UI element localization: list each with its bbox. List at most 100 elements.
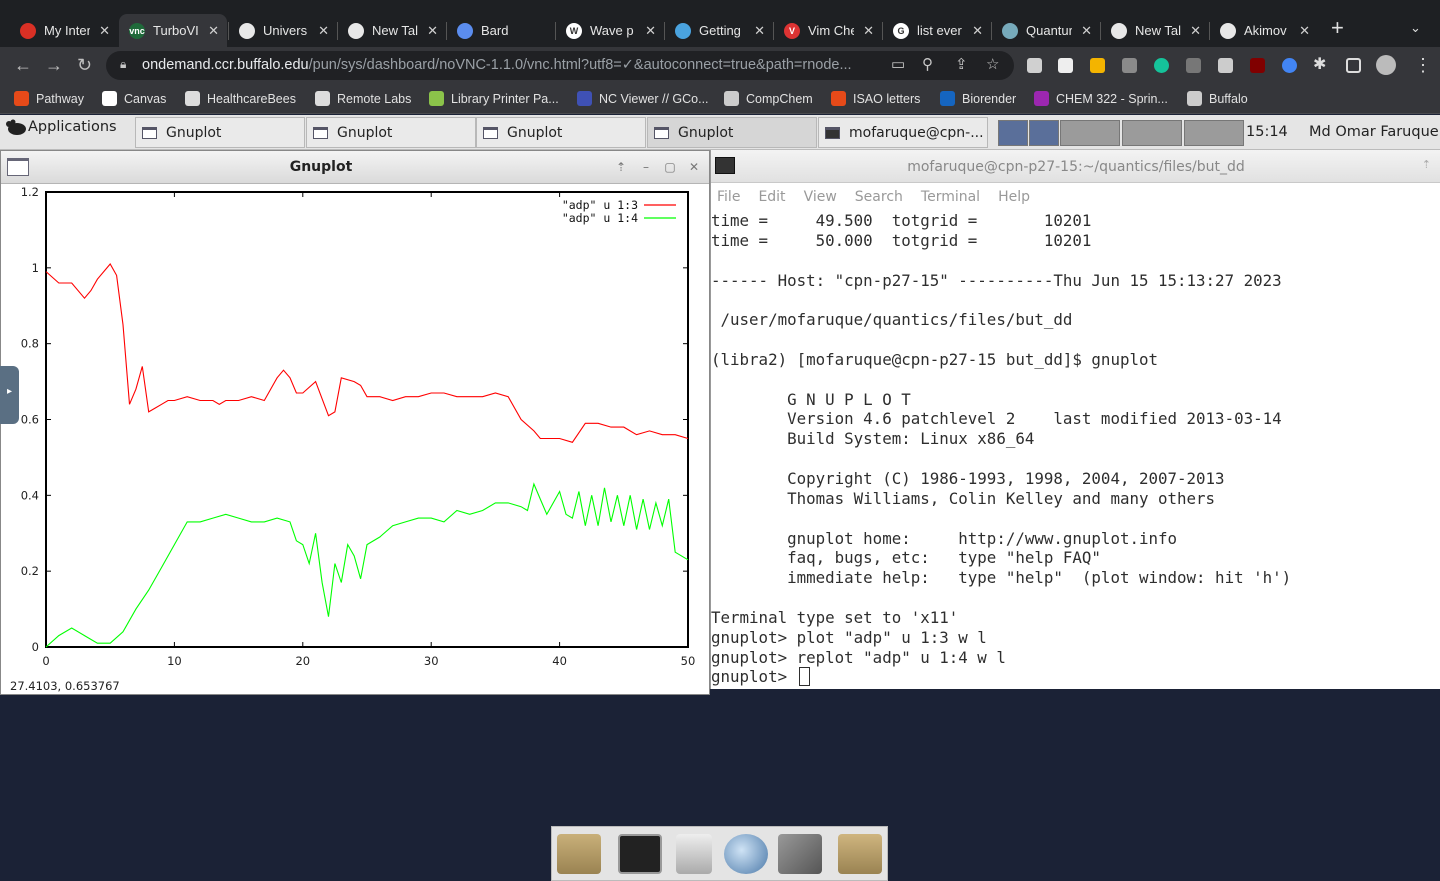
browser-tab[interactable]: New Tal ✕ xyxy=(1101,14,1209,47)
gnuplot-plot-area[interactable]: 0 10 20 30 40 50 0 0.2 0.4 0.6 0.8 1 1.2 "adp" u 1:3"… xyxy=(1,184,709,679)
extension-doc-icon[interactable] xyxy=(1027,58,1042,73)
lock-icon[interactable]: 🔒︎ xyxy=(120,57,126,72)
tab-search-chevron-icon[interactable]: ⌄ xyxy=(1410,20,1421,36)
workspace-1[interactable] xyxy=(998,120,1028,146)
window-minimize-icon[interactable]: – xyxy=(637,158,655,176)
browser-tab[interactable]: Akimov ✕ xyxy=(1210,14,1318,47)
bookmark-item[interactable]: HealthcareBees xyxy=(185,91,296,106)
file-cabinet-icon[interactable] xyxy=(676,834,712,874)
terminal-menu-help[interactable]: Help xyxy=(998,189,1030,205)
extension-sd-icon[interactable] xyxy=(1122,58,1137,73)
novnc-control-bar-handle[interactable]: ▸ xyxy=(0,366,19,424)
home-folder-icon[interactable] xyxy=(557,834,601,874)
terminal-titlebar[interactable]: mofaruque@cpn-p27-15:~/quantics/files/bu… xyxy=(711,150,1440,183)
reload-icon[interactable]: ↻ xyxy=(77,55,92,75)
x-tick-label: 10 xyxy=(167,654,182,668)
taskbar-window-button[interactable]: Gnuplot xyxy=(476,117,646,148)
taskbar-window-button[interactable]: Gnuplot xyxy=(647,117,817,148)
bookmark-item[interactable]: CompChem xyxy=(724,91,813,106)
sidepanel-icon[interactable] xyxy=(1346,58,1361,73)
bookmark-item[interactable]: ISAO letters xyxy=(831,91,920,106)
tab-close-icon[interactable]: ✕ xyxy=(972,23,983,39)
bookmark-item[interactable]: Biorender xyxy=(940,91,1016,106)
window-close-icon[interactable]: ✕ xyxy=(685,158,703,176)
profile-avatar[interactable] xyxy=(1376,55,1396,75)
gnuplot-window-icon xyxy=(313,126,328,139)
app-finder-icon[interactable] xyxy=(778,834,822,874)
terminal-menu-terminal[interactable]: Terminal xyxy=(921,189,980,205)
back-arrow-icon[interactable]: ← xyxy=(14,55,32,75)
browser-tab[interactable]: Getting ✕ xyxy=(665,14,773,47)
panel-username[interactable]: Md Omar Faruque xyxy=(1309,124,1439,140)
extension-note-icon[interactable] xyxy=(1090,58,1105,73)
url-text[interactable]: ondemand.ccr.buffalo.edu/pun/sys/dashboa… xyxy=(142,57,882,73)
terminal-prompt-line[interactable]: gnuplot> xyxy=(711,667,1439,687)
tab-close-icon[interactable]: ✕ xyxy=(99,23,110,39)
new-tab-button[interactable]: + xyxy=(1331,17,1344,39)
browser-tab[interactable]: Glist ever ✕ xyxy=(883,14,991,47)
tab-close-icon[interactable]: ✕ xyxy=(1190,23,1201,39)
tab-close-icon[interactable]: ✕ xyxy=(645,23,656,39)
forward-arrow-icon[interactable]: → xyxy=(45,55,63,75)
window-shade-icon[interactable]: ⇡ xyxy=(612,158,630,176)
window-shade-icon[interactable]: ⇡ xyxy=(1422,158,1431,171)
taskbar-window-button[interactable]: Gnuplot xyxy=(306,117,476,148)
bookmark-item[interactable]: Pathway xyxy=(14,91,84,106)
terminal-line: Build System: Linux x86_64 xyxy=(711,429,1035,449)
terminal-menu-file[interactable]: File xyxy=(717,189,740,205)
bookmark-item[interactable]: Buffalo xyxy=(1187,91,1248,106)
printer-icon[interactable] xyxy=(1218,58,1233,73)
bookmark-star-icon[interactable]: ☆ xyxy=(986,55,999,73)
address-bar[interactable]: 🔒︎ ondemand.ccr.buffalo.edu/pun/sys/dash… xyxy=(106,51,1014,80)
folder-icon[interactable] xyxy=(838,834,882,874)
browser-tab[interactable]: V Vim Che ✕ xyxy=(774,14,882,47)
workspace-3[interactable] xyxy=(1060,120,1120,146)
workspace-2[interactable] xyxy=(1029,120,1059,146)
tab-close-icon[interactable]: ✕ xyxy=(427,23,438,39)
workspace-5[interactable] xyxy=(1184,120,1244,146)
browser-tab[interactable]: My Inter ✕ xyxy=(10,14,118,47)
tab-close-icon[interactable]: ✕ xyxy=(318,23,329,39)
clipboard-icon[interactable]: ▭ xyxy=(891,55,905,73)
zoom-icon[interactable]: ⚲ xyxy=(922,55,933,73)
browser-tab[interactable]: New Tal ✕ xyxy=(338,14,446,47)
browser-menu-icon[interactable]: ⋮ xyxy=(1414,55,1432,75)
grammarly-icon[interactable] xyxy=(1154,58,1169,73)
tab-close-icon[interactable]: ✕ xyxy=(1081,23,1092,39)
browser-tab[interactable]: Bard xyxy=(447,14,555,47)
tab-close-icon[interactable]: ✕ xyxy=(1299,23,1310,39)
browser-tab[interactable]: Univers ✕ xyxy=(229,14,337,47)
extensions-puzzle-icon[interactable]: ✱ xyxy=(1313,55,1326,75)
terminal-icon[interactable] xyxy=(618,834,662,874)
gnuplot-titlebar[interactable]: Gnuplot ⇡ – ▢ ✕ xyxy=(1,151,709,184)
taskbar-window-button[interactable]: Gnuplot xyxy=(135,117,305,148)
tab-close-icon[interactable]: ✕ xyxy=(208,23,219,39)
browser-tab[interactable]: Quantur ✕ xyxy=(992,14,1100,47)
tab-favicon-icon: V xyxy=(784,22,800,39)
share-icon[interactable]: ⇪ xyxy=(955,55,968,73)
tab-close-icon[interactable]: ✕ xyxy=(754,23,765,39)
bookmark-item[interactable]: CHEM 322 - Sprin... xyxy=(1034,91,1168,106)
extension-bell-icon[interactable] xyxy=(1058,58,1073,73)
workspace-4[interactable] xyxy=(1122,120,1182,146)
bookmark-item[interactable]: Canvas xyxy=(102,91,166,106)
window-maximize-icon[interactable]: ▢ xyxy=(661,158,679,176)
bookmark-favicon-icon xyxy=(102,91,117,106)
extension-shield-icon[interactable] xyxy=(1282,58,1297,73)
terminal-menu-view[interactable]: View xyxy=(804,189,837,205)
panel-clock[interactable]: 15:14 xyxy=(1246,124,1288,140)
bookmark-item[interactable]: NC Viewer // GCo... xyxy=(577,91,709,106)
terminal-menu-search[interactable]: Search xyxy=(855,189,903,205)
web-browser-icon[interactable] xyxy=(724,834,768,874)
taskbar-window-button[interactable]: mofaruque@cpn-... xyxy=(818,117,988,148)
ublock-icon[interactable] xyxy=(1250,58,1265,73)
browser-tab[interactable]: vnc TurboVI ✕ xyxy=(119,14,227,47)
extension-pen-icon[interactable] xyxy=(1186,58,1201,73)
bookmark-item[interactable]: Remote Labs xyxy=(315,91,411,106)
terminal-output[interactable]: time = 49.500 totgrid = 10201 time = 50.0… xyxy=(711,211,1439,687)
tab-close-icon[interactable]: ✕ xyxy=(863,23,874,39)
browser-tab[interactable]: W Wave p ✕ xyxy=(556,14,664,47)
terminal-menu-edit[interactable]: Edit xyxy=(758,189,785,205)
bookmark-item[interactable]: Library Printer Pa... xyxy=(429,91,559,106)
applications-menu[interactable]: Applications xyxy=(4,118,117,136)
